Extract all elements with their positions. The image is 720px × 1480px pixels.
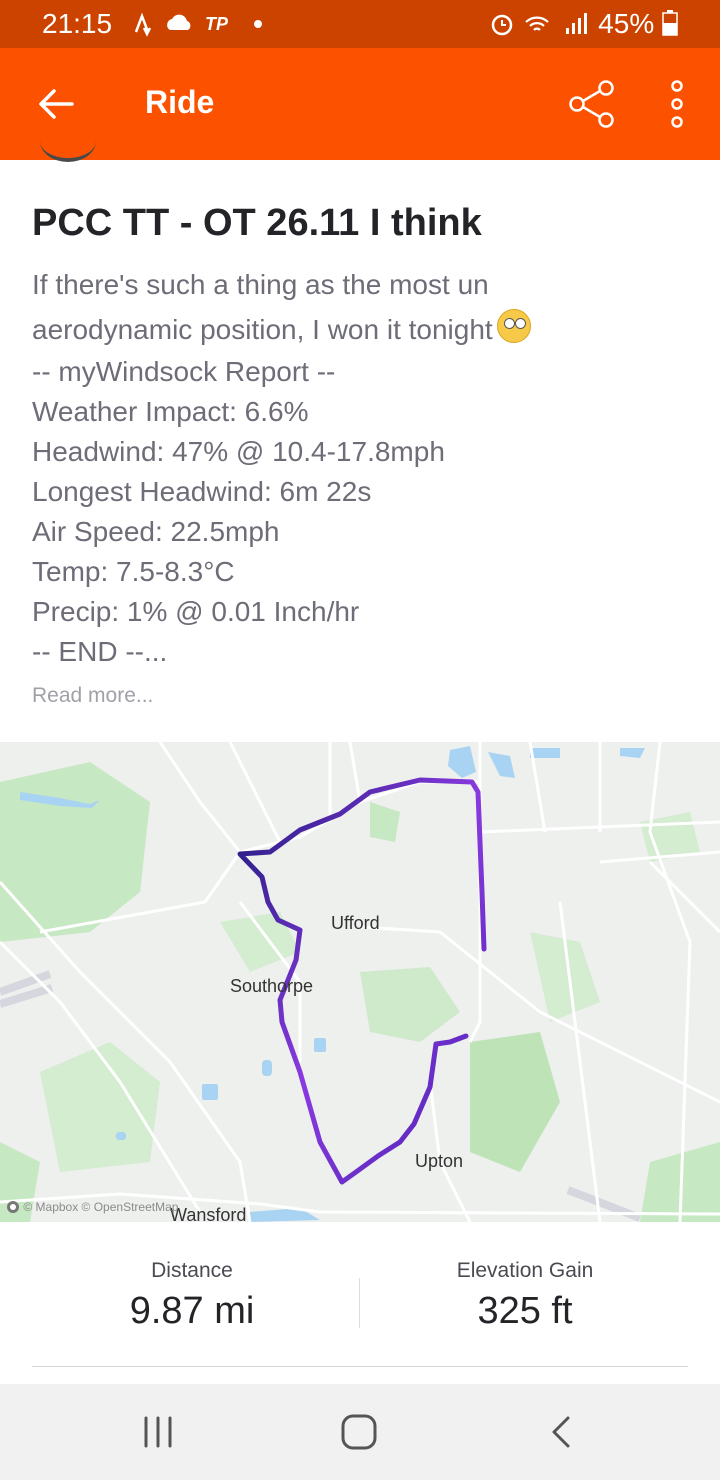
map-label-upton: Upton (415, 1151, 464, 1171)
description-line: Weather Impact: 6.6% (32, 396, 309, 427)
park-areas (0, 762, 720, 1222)
stat-divider (359, 1278, 360, 1328)
avatar[interactable] (40, 120, 96, 162)
battery-icon (662, 10, 678, 36)
status-time: 21:15 (42, 8, 113, 39)
cloud-icon (167, 14, 191, 30)
distance-value: 9.87 mi (129, 1290, 255, 1332)
status-right-icons (491, 13, 587, 36)
battery-percent: 45% (598, 8, 655, 39)
dot-icon (254, 20, 262, 28)
carrier-badge-icon: TP (205, 14, 229, 34)
battery-status: 45% (598, 8, 678, 40)
description-line: Precip: 1% @ 0.01 Inch/hr (32, 596, 360, 627)
mapbox-logo-icon (7, 1201, 19, 1213)
description-line: Temp: 7.5-8.3°C (32, 556, 235, 587)
elevation-gain-value: 325 ft (477, 1290, 573, 1332)
activity-description: If there's such a thing as the most un a… (32, 262, 692, 672)
description-line: Headwind: 47% @ 10.4-17.8mph (32, 436, 445, 467)
signal-icon (566, 13, 587, 34)
more-vertical-icon[interactable] (664, 76, 690, 132)
eye-roll-emoji-icon (496, 309, 531, 343)
page-title: Ride (145, 84, 215, 120)
system-nav-bar (0, 1384, 720, 1480)
back-icon[interactable] (540, 1410, 584, 1454)
home-icon[interactable] (337, 1410, 381, 1454)
map-label-ufford: Ufford (331, 913, 380, 933)
status-left-icons: TP (134, 12, 262, 37)
strava-notification-icon (134, 12, 152, 37)
carrier-badge: TP (205, 14, 229, 34)
description-line: Air Speed: 22.5mph (32, 516, 280, 547)
recents-icon[interactable] (136, 1410, 180, 1454)
description-line: If there's such a thing as the most un (32, 269, 489, 300)
map-attribution[interactable]: © Mapbox © OpenStreetMap (6, 1200, 178, 1214)
description-line: -- END --... (32, 636, 168, 667)
activity-title: PCC TT - OT 26.11 I think (32, 202, 482, 244)
description-line: -- myWindsock Report -- (32, 356, 336, 387)
wifi-icon (525, 16, 549, 31)
divider (32, 1366, 688, 1367)
elevation-gain-label: Elevation Gain (456, 1259, 594, 1282)
status-bar: 21:15 TP 45% (0, 0, 720, 48)
map-canvas (0, 742, 720, 1222)
route-map[interactable]: Ufford Southorpe Upton Wansford © Mapbox… (0, 742, 720, 1222)
map-label-southorpe: Southorpe (230, 976, 314, 996)
read-more-link[interactable]: Read more... (32, 684, 153, 708)
map-label-wansford: Wansford (170, 1205, 247, 1222)
description-line: Longest Headwind: 6m 22s (32, 476, 372, 507)
share-icon[interactable] (566, 78, 618, 130)
app-bar: Ride (0, 48, 720, 160)
distance-label: Distance (151, 1259, 233, 1282)
description-line: aerodynamic position, I won it tonight (32, 307, 692, 352)
alarm-icon (491, 14, 513, 36)
